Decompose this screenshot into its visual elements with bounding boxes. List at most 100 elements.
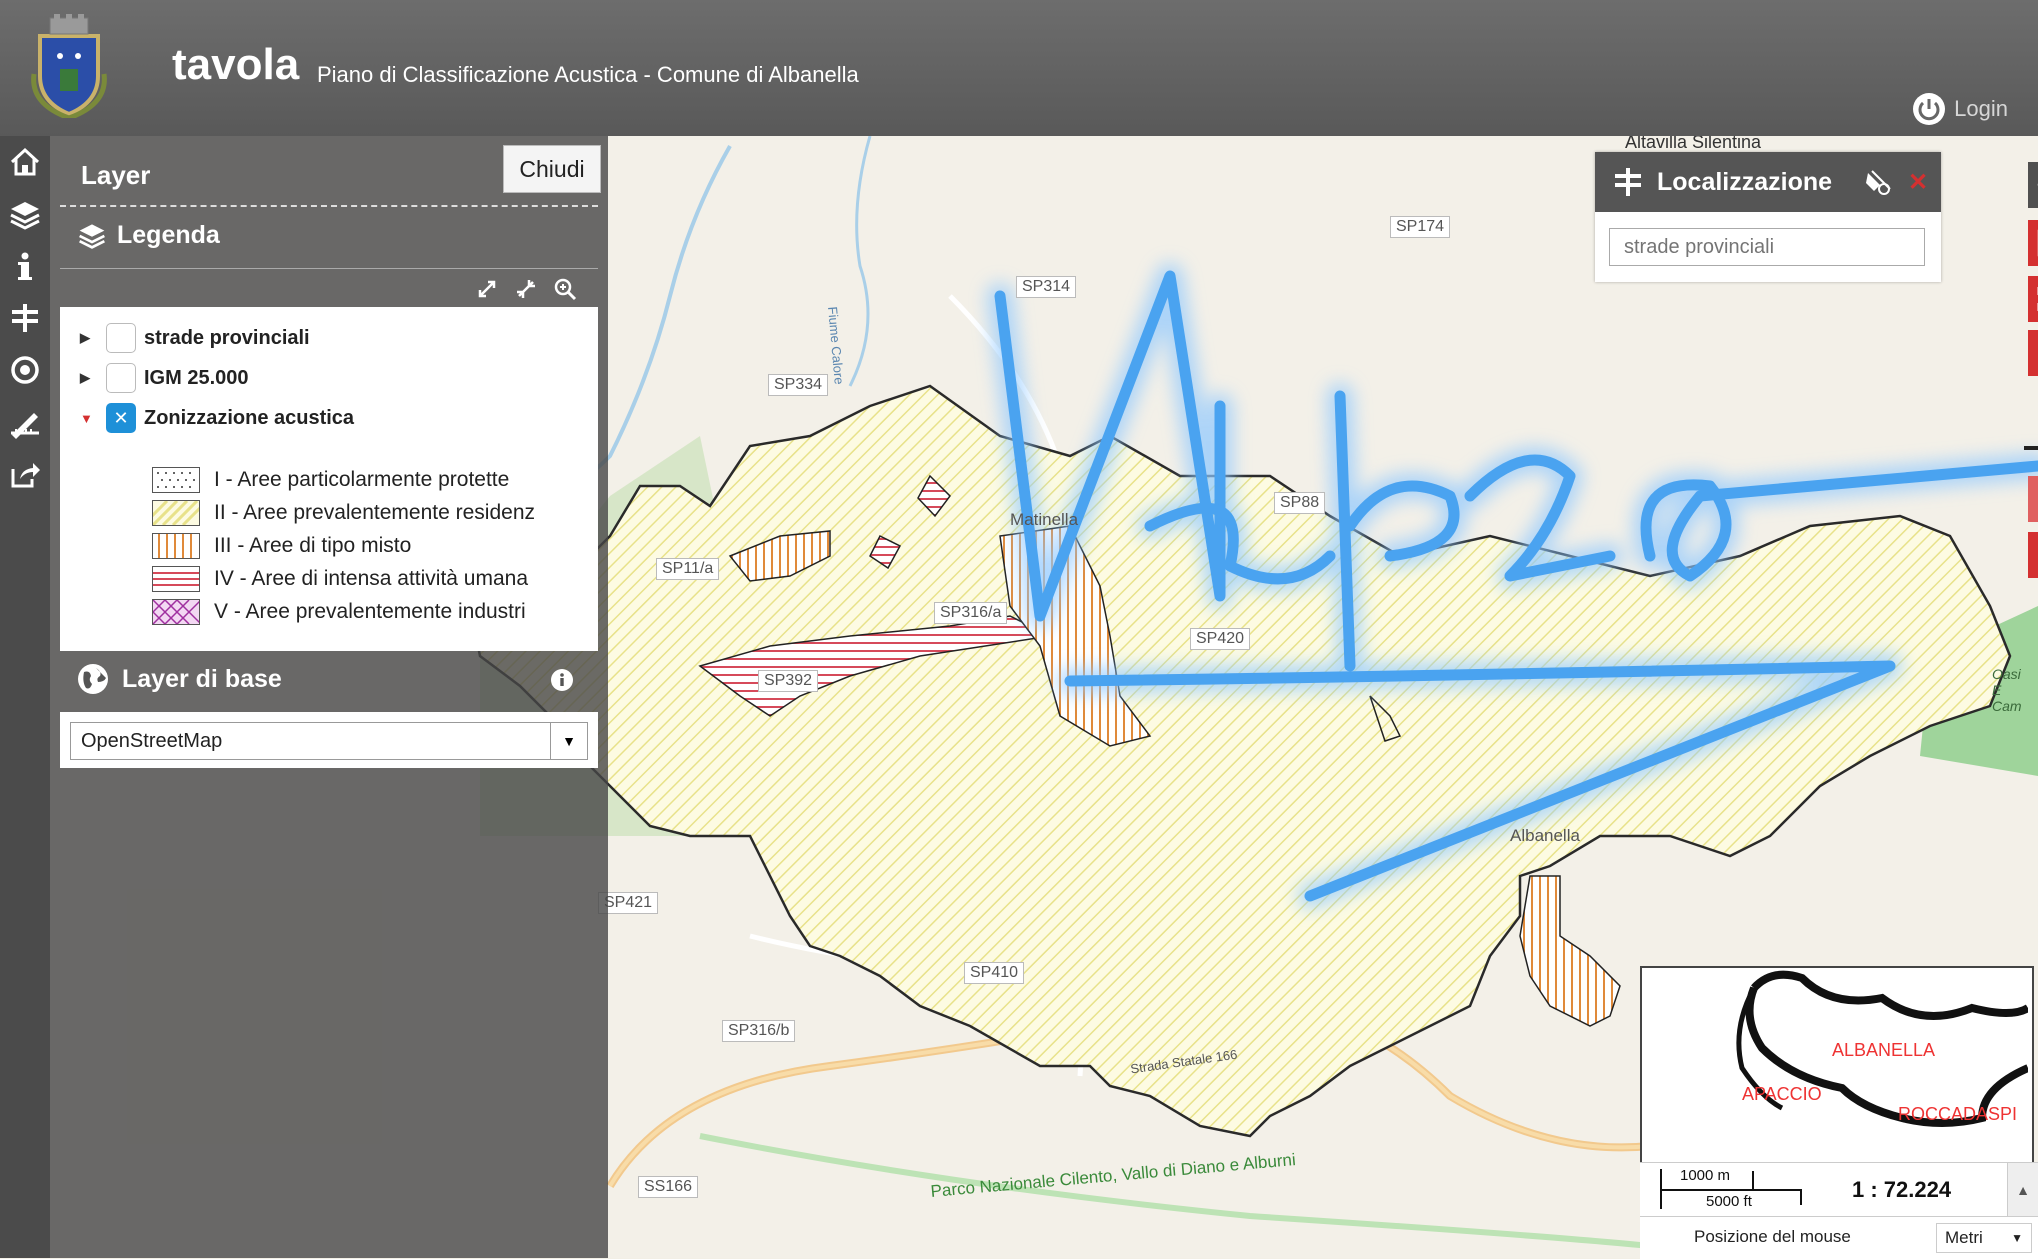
share-icon xyxy=(11,463,40,488)
road-label: SP410 xyxy=(964,962,1025,984)
home-button[interactable] xyxy=(0,136,50,188)
legend-header[interactable]: Legenda xyxy=(77,220,220,250)
layers-button[interactable] xyxy=(0,188,50,240)
tree-item-label: IGM 25.000 xyxy=(144,366,249,389)
zoom-out-button[interactable] xyxy=(2028,476,2038,522)
login-button[interactable]: Login xyxy=(1912,92,2008,126)
tree-item-strade-provinciali[interactable]: ▶ strade provinciali xyxy=(80,323,310,353)
layer-checkbox[interactable] xyxy=(106,363,136,393)
road-label: SP334 xyxy=(768,374,829,396)
overview-toggle-button[interactable]: ▲ xyxy=(2007,1163,2038,1217)
overview-map[interactable]: ALBANELLA APACCIO ROCCADASPI xyxy=(1640,966,2034,1168)
zoom-in-button[interactable] xyxy=(2028,330,2038,376)
zoom-slider-handle[interactable] xyxy=(2024,446,2038,450)
app-title: tavola xyxy=(172,40,300,89)
localizzazione-panel: Localizzazione ✕ xyxy=(1595,152,1941,282)
full-extent-button[interactable] xyxy=(2028,276,2038,322)
caret-right-icon[interactable]: ▶ xyxy=(80,330,100,346)
mouse-position-bar: Posizione del mouse Metri ▼ xyxy=(1640,1216,2038,1259)
localizzazione-header: Localizzazione ✕ xyxy=(1595,152,1941,212)
crossroad-icon xyxy=(12,304,38,332)
legend-item: V - Aree prevalentemente industri xyxy=(152,599,526,625)
legend-item: III - Aree di tipo misto xyxy=(152,533,411,559)
panel-title: Layer xyxy=(81,160,151,190)
layers-icon xyxy=(79,224,105,249)
legend-label: IV - Aree di intensa attività umana xyxy=(214,567,529,590)
divider xyxy=(60,268,598,269)
target-button[interactable] xyxy=(0,344,50,396)
info-circle-icon[interactable] xyxy=(550,668,574,692)
zoom-box-button[interactable] xyxy=(2028,220,2038,266)
dropdown-arrow-icon: ▼ xyxy=(2011,1231,2023,1245)
place-label: Albanella xyxy=(1510,826,1580,845)
share-button[interactable] xyxy=(0,448,50,500)
locate-button[interactable] xyxy=(0,292,50,344)
tree-item-igm[interactable]: ▶ IGM 25.000 xyxy=(80,363,249,393)
map-label: Altavilla Silentina xyxy=(1625,136,1762,152)
road-label: SP174 xyxy=(1390,216,1451,238)
home-icon xyxy=(10,147,40,176)
globe-icon xyxy=(78,664,108,694)
app-header: tavola Piano di Classificazione Acustica… xyxy=(0,0,2038,136)
legend-item: I - Aree particolarmente protette xyxy=(152,467,509,493)
legend-title: Legenda xyxy=(117,220,220,249)
pan-button[interactable] xyxy=(2028,162,2038,208)
road-label: SP316/b xyxy=(722,1020,796,1042)
scale-metric: 1000 m xyxy=(1680,1167,1731,1184)
close-icon[interactable]: ✕ xyxy=(1908,168,1928,197)
scale-imperial: 5000 ft xyxy=(1706,1193,1752,1210)
eraser-icon[interactable] xyxy=(1862,165,1896,199)
scale-ratio: 1 : 72.224 xyxy=(1852,1177,1952,1202)
unit-select[interactable]: Metri ▼ xyxy=(1936,1223,2032,1253)
scale-tick xyxy=(1660,1169,1662,1209)
place-label: Oasi E Cam xyxy=(1992,666,2022,714)
login-label: Login xyxy=(1954,96,2008,121)
municipal-crest-logo xyxy=(31,14,107,118)
layer-panel: Layer Chiudi Legenda ▶ strade provincial… xyxy=(50,136,608,1258)
close-panel-button[interactable]: Chiudi xyxy=(503,145,601,193)
overview-label: ALBANELLA xyxy=(1832,1040,1936,1060)
scale-bar: 1000 m 5000 ft 1 : 72.224 ▲ xyxy=(1640,1162,2038,1217)
layer-checkbox-checked[interactable]: ✕ xyxy=(106,403,136,433)
tree-item-zonizzazione[interactable]: ▼ ✕ Zonizzazione acustica xyxy=(80,403,354,433)
app-subtitle: Piano di Classificazione Acustica - Comu… xyxy=(317,62,859,87)
swatch-class-iv xyxy=(152,566,200,592)
swatch-class-v xyxy=(152,599,200,625)
base-layer-title: Layer di base xyxy=(122,664,282,693)
layer-tree: ▶ strade provinciali ▶ IGM 25.000 ▼ ✕ Zo… xyxy=(60,307,598,651)
crossroad-icon xyxy=(1615,168,1641,196)
base-layer-header[interactable]: Layer di base xyxy=(76,662,282,696)
scale-tick xyxy=(1752,1171,1754,1191)
mouse-position-label: Posizione del mouse xyxy=(1694,1227,1851,1246)
road-label: SP420 xyxy=(1190,628,1251,650)
overview-label: ROCCADASPI xyxy=(1898,1104,2018,1124)
info-button[interactable] xyxy=(0,240,50,292)
localizzazione-title: Localizzazione xyxy=(1657,167,1833,196)
expand-all-icon[interactable] xyxy=(474,276,500,302)
zoom-to-layer-icon[interactable] xyxy=(552,276,578,302)
history-back-button[interactable] xyxy=(2028,532,2038,578)
swatch-class-ii xyxy=(152,500,200,526)
tree-item-label: strade provinciali xyxy=(144,326,310,349)
road-label: SP316/a xyxy=(934,602,1008,624)
collapse-all-icon[interactable] xyxy=(513,276,539,302)
dropdown-arrow-icon[interactable]: ▼ xyxy=(550,723,587,759)
legend-label: I - Aree particolarmente protette xyxy=(214,468,510,491)
legend-item: II - Aree prevalentemente residenz xyxy=(152,500,535,526)
base-layer-select[interactable]: OpenStreetMap ▼ xyxy=(60,712,598,768)
scale-tick xyxy=(1800,1189,1802,1205)
power-icon xyxy=(1913,93,1946,125)
measure-button[interactable] xyxy=(0,396,50,448)
road-label: SP88 xyxy=(1274,492,1326,514)
swatch-class-iii xyxy=(152,533,200,559)
layers-icon xyxy=(10,202,40,230)
layer-checkbox[interactable] xyxy=(106,323,136,353)
base-layer-value: OpenStreetMap xyxy=(81,729,223,752)
caret-down-icon[interactable]: ▼ xyxy=(80,411,100,426)
road-search-input[interactable] xyxy=(1609,228,1925,266)
caret-right-icon[interactable]: ▶ xyxy=(80,370,100,386)
legend-label: II - Aree prevalentemente residenz xyxy=(214,501,536,524)
divider xyxy=(60,205,598,207)
tree-item-label: Zonizzazione acustica xyxy=(144,406,355,429)
road-label: SP314 xyxy=(1016,276,1077,298)
